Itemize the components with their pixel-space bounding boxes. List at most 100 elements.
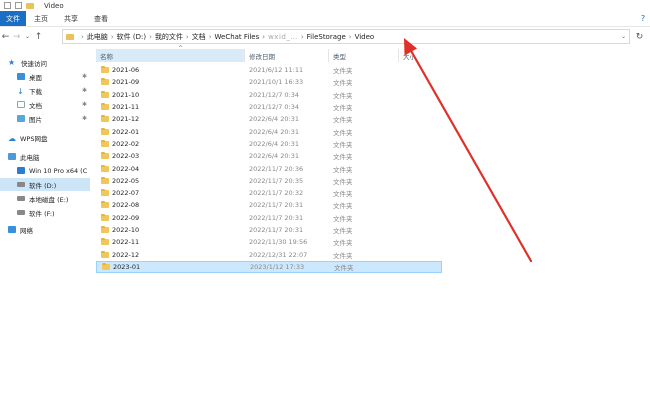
- drive-icon: [17, 182, 25, 187]
- breadcrumb-user-folder[interactable]: wxid_…: [268, 33, 298, 41]
- sidebar-item-drive-d[interactable]: 软件 (D:): [0, 178, 90, 191]
- column-type[interactable]: 类型: [328, 49, 398, 62]
- file-row[interactable]: 2022-11 2022/11/30 19:56 文件夹: [96, 236, 442, 248]
- sidebar-item-pictures[interactable]: 图片 ✱: [0, 112, 90, 125]
- tab-file[interactable]: 文件: [0, 11, 26, 26]
- file-type: 文件夹: [333, 177, 353, 186]
- file-row[interactable]: 2022-10 2022/11/7 20:31 文件夹: [96, 224, 442, 236]
- tab-share[interactable]: 共享: [56, 11, 86, 26]
- chevron-right-icon[interactable]: ›: [349, 33, 352, 41]
- sidebar-item-this-pc[interactable]: 此电脑: [0, 150, 90, 163]
- pin-icon[interactable]: ✱: [82, 101, 87, 108]
- up-icon[interactable]: ↑: [33, 32, 44, 42]
- folder-icon: [101, 189, 109, 197]
- tab-home[interactable]: 主页: [26, 11, 56, 26]
- chevron-right-icon[interactable]: ›: [301, 33, 304, 41]
- sidebar-item-label: 快速访问: [21, 59, 47, 68]
- properties-icon[interactable]: [4, 2, 11, 9]
- folder-icon: [101, 201, 109, 209]
- chevron-right-icon[interactable]: ›: [209, 33, 212, 41]
- chevron-right-icon[interactable]: ›: [81, 33, 84, 41]
- recent-dropdown-icon[interactable]: ⌄: [22, 33, 33, 40]
- sidebar-item-downloads[interactable]: ↓ 下载 ✱: [0, 84, 90, 97]
- file-date: 2022/6/4 20:31: [249, 127, 299, 136]
- file-row[interactable]: 2023-01 2023/1/12 17:33 文件夹: [96, 260, 442, 274]
- file-row[interactable]: 2022-12 2022/12/31 22:07 文件夹: [96, 248, 442, 260]
- file-date: 2022/11/30 19:56: [249, 238, 308, 247]
- column-type-label: 类型: [333, 52, 346, 61]
- download-icon: ↓: [17, 87, 24, 96]
- address-bar[interactable]: › 此电脑 › 软件 (D:) › 我的文件 › 文档 › WeChat Fil…: [62, 29, 630, 44]
- file-name: 2022-10: [112, 226, 140, 234]
- title-bar: Video: [0, 0, 650, 11]
- file-name: 2021-11: [112, 103, 140, 112]
- refresh-icon[interactable]: ↻: [632, 29, 647, 44]
- file-date: 2022/11/7 20:36: [249, 164, 304, 173]
- new-folder-icon[interactable]: [15, 2, 22, 9]
- chevron-right-icon[interactable]: ›: [149, 33, 152, 41]
- pin-icon[interactable]: ✱: [82, 87, 87, 94]
- forward-icon[interactable]: →: [11, 32, 22, 42]
- sidebar-item-network[interactable]: 网络: [0, 223, 90, 236]
- file-name: 2022-11: [112, 238, 140, 247]
- file-row[interactable]: 2022-04 2022/11/7 20:36 文件夹: [96, 162, 442, 174]
- chevron-right-icon[interactable]: ›: [111, 33, 114, 41]
- sidebar-item-label: Win 10 Pro x64 (C: [29, 166, 88, 175]
- sidebar-item-quick-access[interactable]: ★ 快速访问: [0, 56, 90, 69]
- file-row[interactable]: 2022-01 2022/6/4 20:31 文件夹: [96, 125, 442, 137]
- breadcrumb-my-files[interactable]: 我的文件: [155, 32, 183, 42]
- sidebar-item-drive-c[interactable]: Win 10 Pro x64 (C: [0, 164, 90, 177]
- file-row[interactable]: 2022-05 2022/11/7 20:35 文件夹: [96, 175, 442, 187]
- sidebar-item-label: 本地磁盘 (E:): [29, 195, 69, 204]
- file-row[interactable]: 2022-08 2022/11/7 20:31 文件夹: [96, 199, 442, 211]
- chevron-down-icon[interactable]: ⌄: [621, 33, 626, 40]
- sidebar-item-documents[interactable]: 文档 ✱: [0, 98, 90, 111]
- file-name: 2022-02: [112, 139, 140, 148]
- chevron-right-icon[interactable]: ›: [186, 33, 189, 41]
- cloud-icon: ☁: [8, 134, 16, 143]
- folder-icon: [101, 164, 109, 172]
- file-row[interactable]: 2022-02 2022/6/4 20:31 文件夹: [96, 138, 442, 150]
- file-row[interactable]: 2021-12 2022/6/4 20:31 文件夹: [96, 113, 442, 125]
- file-row[interactable]: 2021-06 2021/6/12 11:11 文件夹: [96, 64, 442, 76]
- sidebar-item-desktop[interactable]: 桌面 ✱: [0, 70, 90, 83]
- file-row[interactable]: 2021-09 2021/10/1 16:33 文件夹: [96, 76, 442, 88]
- sidebar-item-wps-cloud[interactable]: ☁ WPS网盘: [0, 131, 90, 144]
- file-date: 2022/6/4 20:31: [249, 152, 299, 161]
- back-icon[interactable]: ←: [0, 32, 11, 42]
- column-size[interactable]: 大小: [398, 49, 458, 62]
- breadcrumb-documents[interactable]: 文档: [192, 32, 206, 42]
- pin-icon[interactable]: ✱: [82, 115, 87, 122]
- tab-view[interactable]: 查看: [86, 11, 116, 26]
- column-date[interactable]: 修改日期: [244, 49, 328, 62]
- file-name: 2021-10: [112, 90, 140, 99]
- breadcrumb-wechat-files[interactable]: WeChat Files: [215, 33, 260, 41]
- sidebar-item-label: 软件 (F:): [29, 209, 55, 218]
- sidebar-item-label: 下载: [29, 87, 42, 96]
- sidebar-item-drive-e[interactable]: 本地磁盘 (E:): [0, 192, 90, 205]
- file-type: 文件夹: [334, 263, 354, 272]
- navigation-bar: ← → ⌄ ↑ › 此电脑 › 软件 (D:) › 我的文件 › 文档 › We…: [0, 28, 650, 45]
- column-name[interactable]: ^ 名称: [96, 45, 244, 62]
- file-type: 文件夹: [333, 165, 353, 174]
- ribbon-tabs: 文件 主页 共享 查看 ?: [0, 11, 650, 27]
- breadcrumb-drive-d[interactable]: 软件 (D:): [117, 32, 146, 42]
- file-row[interactable]: 2022-09 2022/11/7 20:31 文件夹: [96, 212, 442, 224]
- sidebar-item-label: 网络: [20, 226, 33, 235]
- breadcrumb-this-pc[interactable]: 此电脑: [87, 32, 108, 42]
- pin-icon[interactable]: ✱: [82, 73, 87, 80]
- network-icon: [8, 226, 16, 233]
- help-icon[interactable]: ?: [636, 11, 650, 26]
- file-row[interactable]: 2022-03 2022/6/4 20:31 文件夹: [96, 150, 442, 162]
- file-name: 2022-12: [112, 250, 140, 259]
- chevron-right-icon[interactable]: ›: [262, 33, 265, 41]
- breadcrumb-filestorage[interactable]: FileStorage: [307, 33, 346, 41]
- breadcrumb-video[interactable]: Video: [355, 33, 375, 41]
- vertical-scrollbar[interactable]: [641, 48, 650, 409]
- file-row[interactable]: 2022-07 2022/11/7 20:32 文件夹: [96, 187, 442, 199]
- sidebar-item-label: 软件 (D:): [29, 181, 57, 190]
- file-row[interactable]: 2021-11 2021/12/7 0:34 文件夹: [96, 101, 442, 113]
- file-row[interactable]: 2021-10 2021/12/7 0:34 文件夹: [96, 89, 442, 101]
- sidebar-item-drive-f[interactable]: 软件 (F:): [0, 206, 90, 219]
- file-type: 文件夹: [333, 227, 353, 235]
